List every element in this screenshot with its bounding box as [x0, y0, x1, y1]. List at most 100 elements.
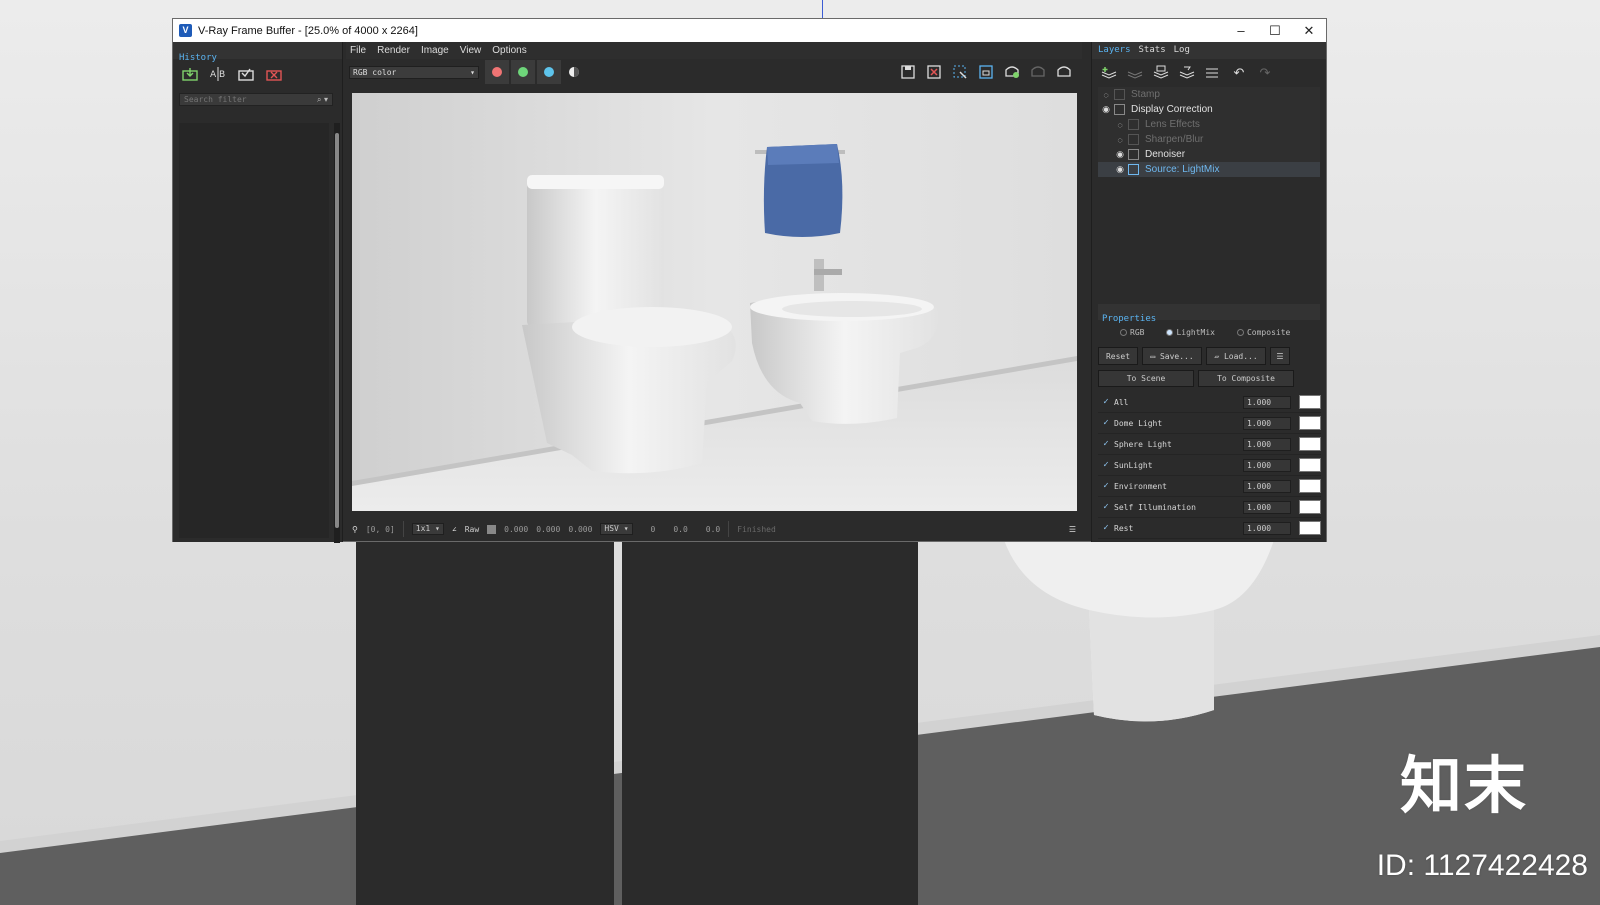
channel-select[interactable]: RGB color ▾ [349, 65, 479, 79]
color-swatch[interactable] [1299, 521, 1321, 535]
list-menu-button[interactable]: ☰ [1270, 347, 1290, 365]
interactive-render-icon[interactable] [1055, 63, 1073, 81]
delete-layer-icon[interactable] [1126, 64, 1144, 82]
intensity-input[interactable]: 1.000 [1243, 416, 1291, 430]
separator [728, 521, 730, 537]
radio-composite[interactable]: Composite [1236, 328, 1290, 337]
visibility-eye-icon[interactable]: ◌ [1112, 135, 1128, 145]
minimize-button[interactable]: – [1224, 19, 1258, 42]
crop-icon[interactable] [977, 63, 995, 81]
checkbox[interactable]: ✓ [1098, 460, 1114, 470]
history-list[interactable] [179, 123, 329, 538]
layer-row-sharpen-blur[interactable]: ◌ Sharpen/Blur [1098, 132, 1320, 147]
intensity-input[interactable]: 1.000 [1243, 437, 1291, 451]
layer-row-lens-effects[interactable]: ◌ Lens Effects [1098, 117, 1320, 132]
color-swatch[interactable] [1299, 416, 1321, 430]
add-layer-icon[interactable] [1100, 64, 1118, 82]
color-swatch[interactable] [1299, 395, 1321, 409]
visibility-eye-icon[interactable]: ◌ [1112, 120, 1128, 130]
tab-layers[interactable]: Layers [1098, 45, 1131, 56]
color-space-select[interactable]: HSV ▾ [600, 523, 633, 535]
stop-render-icon[interactable] [1029, 63, 1047, 81]
visibility-eye-icon[interactable]: ◌ [1098, 90, 1114, 100]
save-button[interactable]: ▭ Save... [1142, 347, 1202, 365]
load-history-icon[interactable] [237, 65, 255, 83]
history-scroll-thumb[interactable] [335, 133, 339, 528]
red-channel-button[interactable] [485, 60, 509, 84]
checkbox[interactable]: ✓ [1098, 481, 1114, 491]
intensity-input[interactable]: 1.000 [1243, 521, 1291, 535]
green-channel-button[interactable] [511, 60, 535, 84]
maximize-button[interactable]: ☐ [1258, 19, 1292, 42]
history-search-box[interactable]: ⌕ ▾ [179, 93, 333, 106]
radio-lightmix[interactable]: LightMix [1166, 328, 1215, 337]
save-image-icon[interactable] [899, 63, 917, 81]
layer-icon [1128, 134, 1139, 145]
search-icon[interactable]: ⌕ ▾ [317, 95, 328, 105]
blue-channel-button[interactable] [537, 60, 561, 84]
color-swatch[interactable] [1299, 458, 1321, 472]
color-swatch[interactable] [1299, 437, 1321, 451]
to-composite-button[interactable]: To Composite [1198, 370, 1294, 387]
zoom-select[interactable]: 1x1 ▾ [411, 523, 444, 535]
save-to-history-icon[interactable] [181, 65, 199, 83]
green-dot-icon [518, 67, 528, 77]
layer-row-denoiser[interactable]: ◉ Denoiser [1098, 147, 1320, 162]
light-name: Dome Light [1114, 418, 1163, 428]
alpha-channel-icon[interactable] [565, 63, 583, 81]
console-icon[interactable]: ☰ [1069, 525, 1076, 534]
visibility-eye-icon[interactable]: ◉ [1098, 104, 1114, 115]
to-scene-button[interactable]: To Scene [1098, 370, 1194, 387]
visibility-eye-icon[interactable]: ◉ [1112, 164, 1128, 175]
checkbox[interactable]: ✓ [1098, 439, 1114, 449]
menu-view[interactable]: View [460, 45, 482, 56]
render-toolbar: RGB color ▾ [346, 59, 1082, 85]
remove-history-icon[interactable] [265, 65, 283, 83]
tab-stats[interactable]: Stats [1139, 45, 1166, 56]
ab-compare-icon[interactable]: AB [209, 65, 227, 83]
intensity-input[interactable]: 1.000 [1243, 395, 1291, 409]
tab-history[interactable]: History [179, 53, 217, 63]
layer-row-source-lightmix[interactable]: ◉ Source: LightMix [1098, 162, 1320, 177]
status-bar: ⚲ [0, 0] 1x1 ▾ ∠ Raw 0.000 0.000 0.000 H… [346, 518, 1082, 540]
load-button[interactable]: ▱ Load... [1206, 347, 1266, 365]
checkbox[interactable]: ✓ [1098, 397, 1114, 407]
checkbox[interactable]: ✓ [1098, 502, 1114, 512]
menu-render[interactable]: Render [377, 45, 410, 56]
color-picker-icon[interactable]: ∠ [452, 525, 457, 534]
redo-icon[interactable]: ↷ [1256, 64, 1274, 82]
close-button[interactable]: ✕ [1292, 19, 1326, 42]
color-swatch[interactable] [1299, 479, 1321, 493]
region-render-icon[interactable] [951, 63, 969, 81]
save-layers-icon[interactable] [1152, 64, 1170, 82]
menu-options[interactable]: Options [492, 45, 526, 56]
color-space-value: HSV [604, 524, 619, 533]
intensity-input[interactable]: 1.000 [1243, 458, 1291, 472]
color-swatch[interactable] [1299, 500, 1321, 514]
reset-button[interactable]: Reset [1098, 347, 1138, 365]
layer-row-stamp[interactable]: ◌ Stamp [1098, 87, 1320, 102]
hue-value: 0 [650, 524, 656, 534]
rendered-image[interactable] [352, 93, 1077, 511]
clear-image-icon[interactable] [925, 63, 943, 81]
undo-icon[interactable]: ↶ [1230, 64, 1248, 82]
menu-image[interactable]: Image [421, 45, 449, 56]
intensity-input[interactable]: 1.000 [1243, 479, 1291, 493]
intensity-input[interactable]: 1.000 [1243, 500, 1291, 514]
visibility-eye-icon[interactable]: ◉ [1112, 149, 1128, 160]
checkbox[interactable]: ✓ [1098, 418, 1114, 428]
history-search-input[interactable] [184, 95, 304, 104]
load-layers-icon[interactable] [1178, 64, 1196, 82]
checkbox[interactable]: ✓ [1098, 523, 1114, 533]
history-scrollbar[interactable] [334, 123, 340, 543]
render-icon[interactable] [1003, 63, 1021, 81]
menu-file[interactable]: File [350, 45, 366, 56]
pin-icon[interactable]: ⚲ [352, 525, 358, 534]
title-bar[interactable]: V V-Ray Frame Buffer - [25.0% of 4000 x … [173, 19, 1326, 42]
radio-indicator [1120, 329, 1127, 336]
layer-list-icon[interactable] [1204, 64, 1222, 82]
radio-rgb[interactable]: RGB [1120, 328, 1144, 337]
blue-dot-icon [544, 67, 554, 77]
layer-row-display-correction[interactable]: ◉ Display Correction [1098, 102, 1320, 117]
tab-log[interactable]: Log [1174, 45, 1190, 56]
